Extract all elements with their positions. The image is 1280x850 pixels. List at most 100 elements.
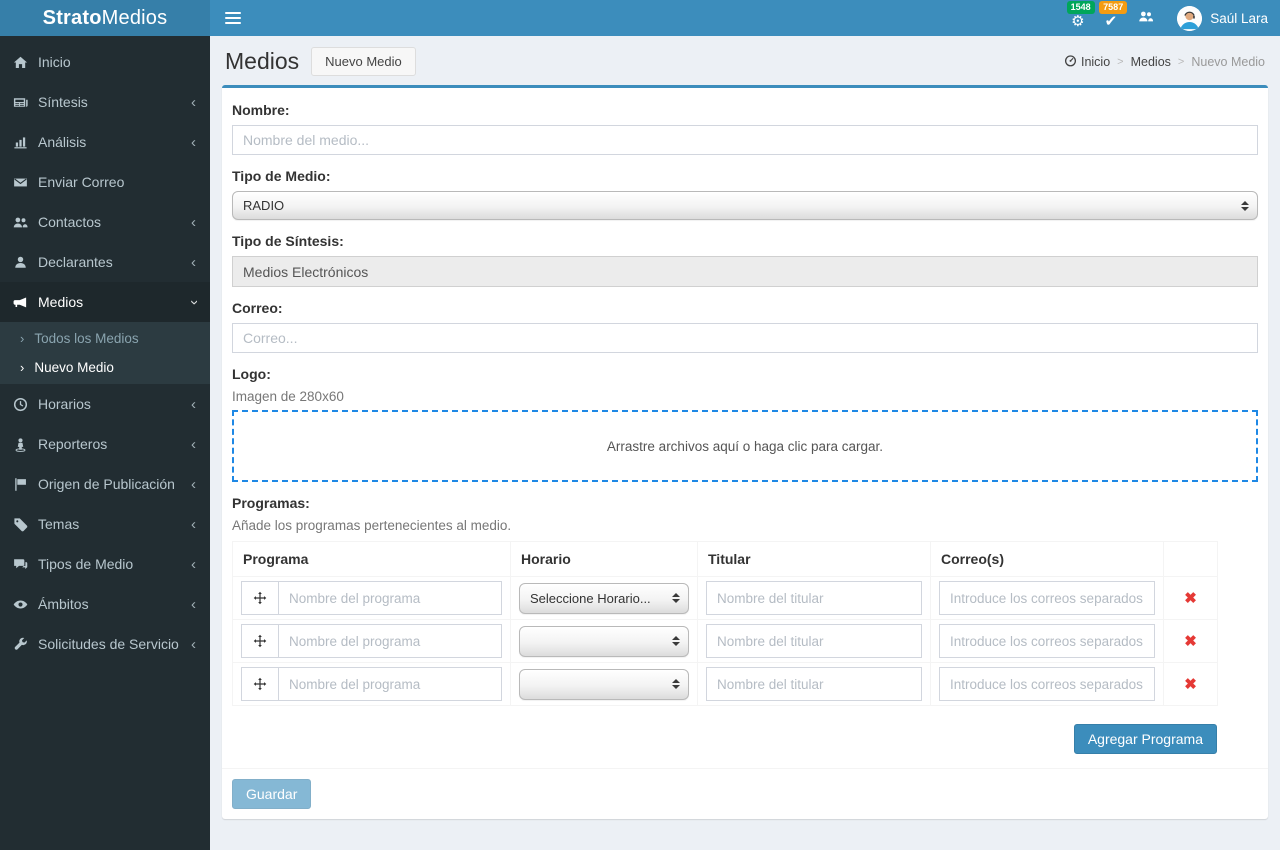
tags-icon <box>13 517 38 532</box>
move-icon <box>253 634 267 648</box>
sidebar-item-ambitos[interactable]: Ámbitos ‹ <box>0 584 210 624</box>
titular-input[interactable] <box>706 624 922 658</box>
megaphone-icon <box>13 295 38 310</box>
breadcrumb-inicio[interactable]: Inicio <box>1064 54 1110 70</box>
eye-icon <box>13 597 38 612</box>
sidebar-item-medios[interactable]: Medios ‹ <box>0 282 210 322</box>
top-navbar: Strato Medios ⚙ 1548 ✔ 7587 Saúl Lara <box>0 0 1280 36</box>
titular-input[interactable] <box>706 667 922 701</box>
delete-row-button[interactable]: ✖ <box>1184 676 1197 693</box>
col-header-actions <box>1163 541 1218 577</box>
check-icon: ✔ <box>1104 12 1118 30</box>
nombre-label: Nombre: <box>232 102 290 118</box>
wrench-icon <box>13 637 38 652</box>
tasks-count-badge: 7587 <box>1099 1 1128 14</box>
correos-input[interactable] <box>939 624 1155 658</box>
content-header: Medios Nuevo Medio Inicio > Medios > Nue… <box>210 36 1280 85</box>
logo-label: Logo: <box>232 366 271 382</box>
angle-right-icon: › <box>20 360 25 375</box>
bar-chart-icon <box>13 135 38 150</box>
titular-input[interactable] <box>706 581 922 615</box>
delete-row-button[interactable]: ✖ <box>1184 633 1197 650</box>
col-header-horario: Horario <box>510 541 698 577</box>
horario-select[interactable] <box>519 668 689 700</box>
table-header-row: Programa Horario Titular Correo(s) <box>232 541 1218 577</box>
agregar-programa-button[interactable]: Agregar Programa <box>1073 724 1217 754</box>
horario-select[interactable] <box>519 625 689 657</box>
breadcrumb-medios[interactable]: Medios <box>1131 55 1171 69</box>
angle-right-icon: › <box>20 331 25 346</box>
tipo-medio-select[interactable]: RADIO <box>232 191 1258 220</box>
main-content: Medios Nuevo Medio Inicio > Medios > Nue… <box>210 0 1280 819</box>
move-handle[interactable] <box>241 581 278 615</box>
gear-icon: ⚙ <box>1071 12 1085 30</box>
home-icon <box>13 55 38 70</box>
sidebar-item-sintesis[interactable]: Síntesis ‹ <box>0 82 210 122</box>
guardar-button[interactable]: Guardar <box>232 779 312 809</box>
comments-icon <box>13 557 38 572</box>
programas-table: Programa Horario Titular Correo(s) Nombr… <box>232 541 1218 706</box>
move-icon <box>253 591 267 605</box>
clock-icon <box>13 397 38 412</box>
programa-row: ✖ <box>232 619 1218 663</box>
programa-input[interactable] <box>278 581 502 615</box>
chevron-left-icon: ‹ <box>191 93 196 111</box>
app-logo[interactable]: Strato Medios <box>0 0 210 36</box>
sidebar-item-enviar-correo[interactable]: Enviar Correo <box>0 162 210 202</box>
sidebar-item-solicitudes-de-servicio[interactable]: Solicitudes de Servicio ‹ <box>0 624 210 664</box>
logo-dropzone[interactable]: Arrastre archivos aquí o haga clic para … <box>232 410 1258 482</box>
delete-row-button[interactable]: ✖ <box>1184 590 1197 607</box>
correos-input[interactable] <box>939 581 1155 615</box>
programa-input[interactable] <box>278 667 502 701</box>
tipo-sintesis-label: Tipo de Síntesis: <box>232 233 344 249</box>
sidebar-subitem-nuevo-medio[interactable]: › Nuevo Medio <box>0 353 210 382</box>
col-header-correos: Correo(s) <box>930 541 1164 577</box>
col-header-programa: Programa <box>232 541 511 577</box>
sidebar-item-inicio[interactable]: Inicio <box>0 42 210 82</box>
sidebar-toggle-button[interactable] <box>210 0 256 36</box>
contacts-menu-button[interactable] <box>1127 0 1165 36</box>
envelope-icon <box>13 175 38 190</box>
chevron-left-icon: ‹ <box>191 213 196 231</box>
tasks-menu-button[interactable]: ✔ 7587 <box>1095 0 1128 36</box>
nombre-input[interactable] <box>232 125 1258 155</box>
move-handle[interactable] <box>241 624 278 658</box>
nuevo-medio-form-box: Nombre: Tipo de Medio: RADIO Tipo de Sín… <box>222 85 1268 819</box>
user-avatar[interactable] <box>1177 5 1203 31</box>
programas-label: Programas: <box>232 495 310 511</box>
breadcrumb-separator: > <box>1117 55 1124 68</box>
sidebar: Inicio Síntesis ‹ Análisis ‹ Enviar Corr… <box>0 36 210 850</box>
horario-select[interactable]: Seleccione Horario... <box>519 582 689 614</box>
reporter-icon <box>13 437 38 452</box>
sidebar-item-origen-de-publicacion[interactable]: Origen de Publicación ‹ <box>0 464 210 504</box>
sidebar-item-declarantes[interactable]: Declarantes ‹ <box>0 242 210 282</box>
move-handle[interactable] <box>241 667 278 701</box>
users-icon <box>13 215 38 230</box>
chevron-left-icon: ‹ <box>191 133 196 151</box>
tipo-medio-label: Tipo de Medio: <box>232 168 331 184</box>
chevron-left-icon: ‹ <box>191 475 196 493</box>
add-row-container: Agregar Programa <box>232 724 1217 754</box>
chevron-left-icon: ‹ <box>191 515 196 533</box>
select-stepper-icon <box>672 679 680 689</box>
programa-input[interactable] <box>278 624 502 658</box>
sidebar-item-analisis[interactable]: Análisis ‹ <box>0 122 210 162</box>
correo-input[interactable] <box>232 323 1258 353</box>
users-icon <box>1137 9 1155 27</box>
sidebar-item-reporteros[interactable]: Reporteros ‹ <box>0 424 210 464</box>
sidebar-item-tipos-de-medio[interactable]: Tipos de Medio ‹ <box>0 544 210 584</box>
chevron-left-icon: ‹ <box>191 435 196 453</box>
sidebar-subitem-todos-los-medios[interactable]: › Todos los Medios <box>0 324 210 353</box>
user-name[interactable]: Saúl Lara <box>1210 11 1268 26</box>
sidebar-item-contactos[interactable]: Contactos ‹ <box>0 202 210 242</box>
chevron-left-icon: ‹ <box>191 595 196 613</box>
correos-input[interactable] <box>939 667 1155 701</box>
sidebar-item-horarios[interactable]: Horarios ‹ <box>0 384 210 424</box>
nuevo-medio-button[interactable]: Nuevo Medio <box>311 47 416 76</box>
select-stepper-icon <box>672 593 680 603</box>
form-body: Nombre: Tipo de Medio: RADIO Tipo de Sín… <box>222 88 1268 768</box>
select-stepper-icon <box>672 636 680 646</box>
settings-menu-button[interactable]: ⚙ 1548 <box>1061 0 1095 36</box>
sidebar-item-temas[interactable]: Temas ‹ <box>0 504 210 544</box>
dashboard-icon <box>1064 54 1077 70</box>
